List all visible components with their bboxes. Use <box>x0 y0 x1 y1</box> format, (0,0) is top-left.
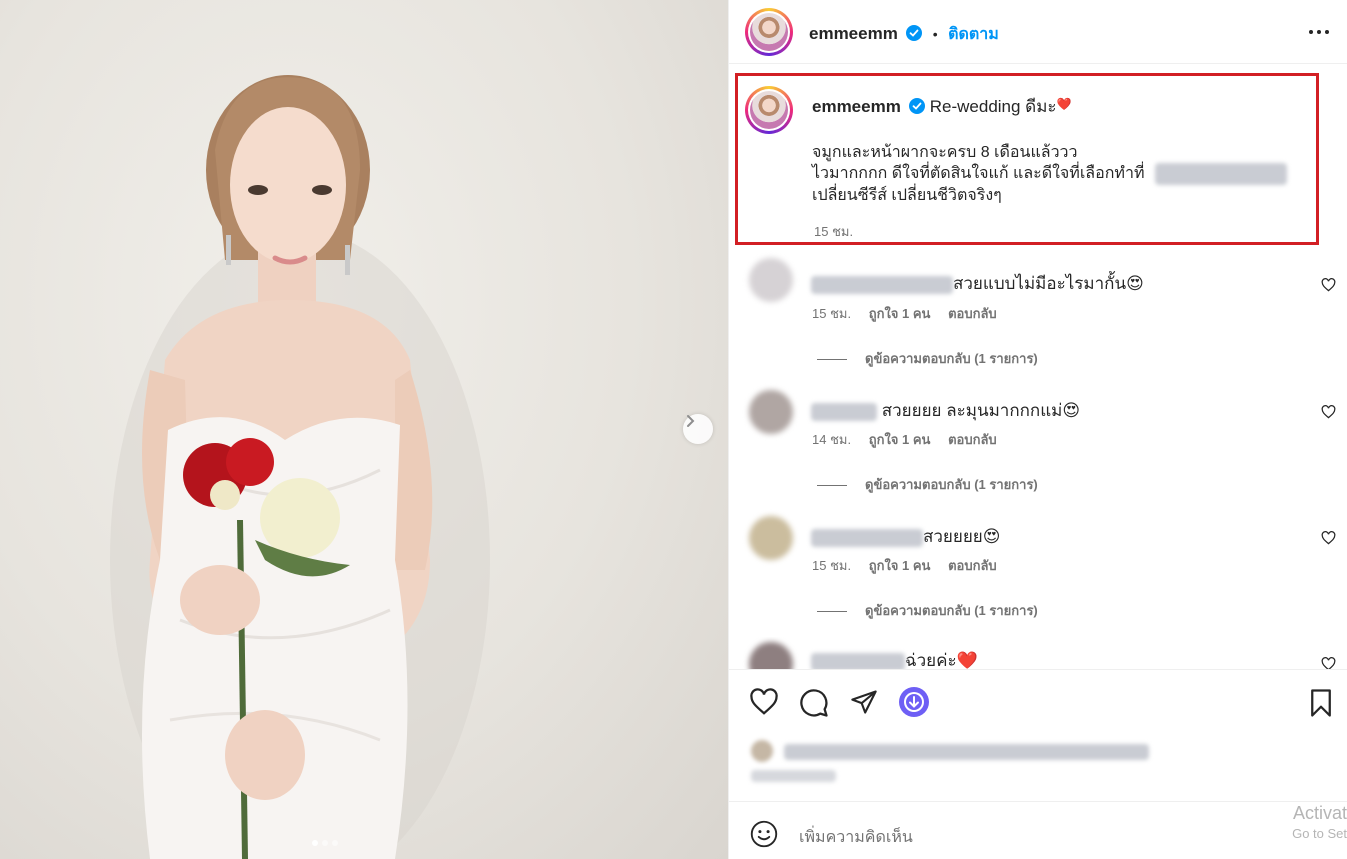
blurred-username[interactable] <box>811 275 953 294</box>
liker-avatar <box>751 740 773 762</box>
blurred-username[interactable] <box>811 402 877 421</box>
add-comment-bar: เพิ่มความคิดเห็น <box>729 801 1347 859</box>
separator-dot: • <box>932 26 938 42</box>
caption-highlight-box: emmeemm Re-wedding ดีมะ❤️ จมูกและหน้าผาก… <box>735 73 1319 245</box>
heart-emoji: ❤️ <box>1056 97 1072 111</box>
verified-badge-icon <box>906 25 923 41</box>
caption-line: เปลี่ยนซีรีส์ เปลี่ยนชีวิตจริงๆ <box>812 187 1002 204</box>
comment-text: สวยแบบไม่มีอะไรมากั้น😍 <box>953 274 1144 293</box>
comment-text: สวยยยย ละมุนมากกกแม่😍 <box>881 401 1081 420</box>
comment-likes[interactable]: ถูกใจ 1 คน <box>869 558 931 573</box>
blurred-username[interactable] <box>811 652 905 669</box>
caption-header: emmeemm Re-wedding ดีมะ❤️ <box>812 96 1072 117</box>
blurred-mention <box>1154 163 1287 185</box>
carousel-indicator <box>312 840 338 846</box>
reply-button[interactable]: ตอบกลับ <box>948 306 997 321</box>
comment-text: สวยยยย😍 <box>923 527 1001 546</box>
reply-button[interactable]: ตอบกลับ <box>948 558 997 573</box>
author-username[interactable]: emmeemm <box>809 24 898 43</box>
post-sidebar: emmeemm • ติดตาม emmeemm Re-wedding ดีมะ… <box>728 0 1347 859</box>
reply-button[interactable]: ตอบกลับ <box>948 432 997 447</box>
heart-icon[interactable] <box>1321 657 1336 669</box>
comment-time: 15 ชม. <box>812 306 852 321</box>
more-options-button[interactable] <box>1308 22 1330 47</box>
comment-likes[interactable]: ถูกใจ 1 คน <box>869 306 931 321</box>
follow-button[interactable]: ติดตาม <box>948 26 999 43</box>
comment-icon[interactable] <box>799 688 829 723</box>
caption-username[interactable]: emmeemm <box>812 97 901 116</box>
comment-time: 15 ชม. <box>812 558 852 573</box>
activation-watermark: Activat <box>1292 803 1347 823</box>
send-icon[interactable] <box>849 688 879 721</box>
photo-illustration <box>110 75 490 859</box>
bookmark-icon[interactable] <box>1308 688 1334 723</box>
author-avatar[interactable] <box>745 8 793 56</box>
view-replies-button[interactable]: ดูข้อความตอบกลับ (1 รายการ) <box>817 600 1038 621</box>
commenter-avatar[interactable] <box>749 390 793 434</box>
heart-icon[interactable] <box>749 688 779 721</box>
blurred-likes-text[interactable] <box>784 744 1149 760</box>
commenter-avatar[interactable] <box>749 516 793 560</box>
emoji-icon[interactable] <box>750 820 778 853</box>
verified-badge-icon <box>909 98 926 114</box>
carousel-dot <box>312 840 318 846</box>
comment-time: 14 ชม. <box>812 432 852 447</box>
heart-icon[interactable] <box>1321 531 1336 550</box>
heart-icon[interactable] <box>1321 278 1336 297</box>
next-photo-button[interactable] <box>683 414 713 444</box>
caption-line: จมูกและหน้าผากจะครบ 8 เดือนแล้ววว <box>812 144 1078 161</box>
comment: ฉ่วยค่ะ❤️ <box>729 637 1347 669</box>
blurred-date <box>751 770 836 782</box>
caption-title: Re-wedding ดีมะ <box>929 97 1057 116</box>
commenter-avatar[interactable] <box>749 642 793 669</box>
commenter-avatar[interactable] <box>749 258 793 302</box>
post-header: emmeemm • ติดตาม <box>729 0 1347 64</box>
comment-input[interactable]: เพิ่มความคิดเห็น <box>799 825 913 850</box>
post-photo[interactable] <box>0 0 728 859</box>
action-bar <box>729 669 1347 801</box>
comment-text: ฉ่วยค่ะ❤️ <box>905 651 978 669</box>
view-replies-button[interactable]: ดูข้อความตอบกลับ (1 รายการ) <box>817 474 1038 495</box>
caption-body: จมูกและหน้าผากจะครบ 8 เดือนแล้ววว ไวมากก… <box>812 142 1287 206</box>
heart-icon[interactable] <box>1321 405 1336 424</box>
caption-time: 15 ชม. <box>814 224 854 239</box>
activation-watermark-subtext: Go to Set <box>1292 826 1347 841</box>
view-replies-button[interactable]: ดูข้อความตอบกลับ (1 รายการ) <box>817 348 1038 369</box>
caption-avatar[interactable] <box>745 86 793 134</box>
comment-likes[interactable]: ถูกใจ 1 คน <box>869 432 931 447</box>
more-horizontal-icon <box>1308 29 1330 46</box>
caption-line: ไวมากกกก ดีใจที่ตัดสินใจแก้ และดีใจที่เล… <box>812 165 1145 183</box>
download-icon[interactable] <box>898 686 930 723</box>
carousel-dot <box>332 840 338 846</box>
carousel-dot <box>322 840 328 846</box>
blurred-username[interactable] <box>811 528 923 547</box>
